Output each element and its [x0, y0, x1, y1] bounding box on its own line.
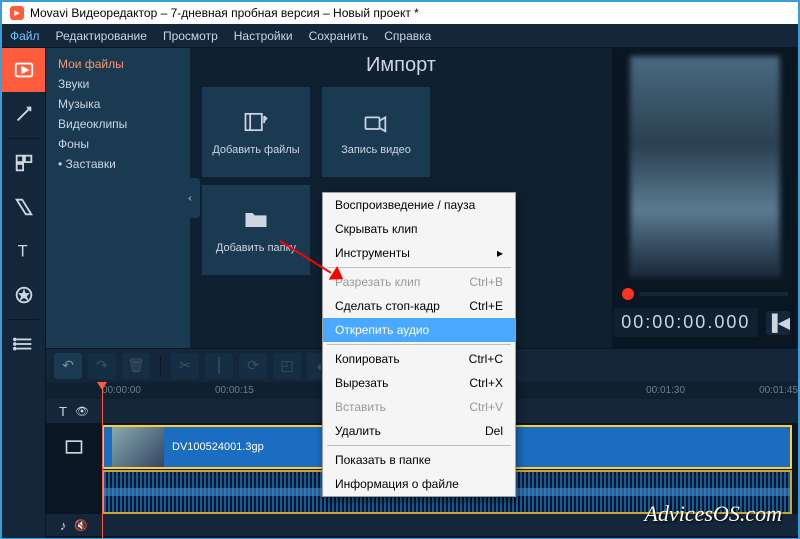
titlebar: Movavi Видеоредактор – 7-дневная пробная… — [2, 2, 798, 24]
separator — [327, 267, 511, 268]
sidebar-transitions-icon[interactable] — [2, 185, 45, 229]
sidebar-stickers-icon[interactable] — [2, 273, 45, 317]
separator — [8, 319, 39, 320]
sidebar-wand-icon[interactable] — [2, 92, 45, 136]
category-intros[interactable]: Заставки — [46, 154, 190, 174]
separator — [327, 344, 511, 345]
separator — [327, 445, 511, 446]
tile-record-video[interactable]: Запись видео — [322, 87, 430, 177]
ruler-tick: 00:01:30 — [646, 385, 685, 396]
crop-button[interactable]: ◰ — [273, 353, 301, 379]
rotate-button[interactable]: ⟳ — [239, 353, 267, 379]
video-track-head — [46, 437, 102, 457]
watermark: AdvicesOS.com — [645, 501, 782, 527]
menu-file[interactable]: Файл — [10, 29, 40, 43]
playhead[interactable] — [102, 382, 103, 538]
split-button[interactable]: ⎮ — [205, 353, 233, 379]
annotation-arrow-icon — [280, 240, 340, 286]
ctx-tools[interactable]: Инструменты▸ — [323, 241, 515, 265]
category-sounds[interactable]: Звуки — [46, 74, 190, 94]
record-indicator-icon — [622, 288, 634, 300]
ctx-show-in-folder[interactable]: Показать в папке — [323, 448, 515, 472]
ctx-play-pause[interactable]: Воспроизведение / пауза — [323, 193, 515, 217]
menu-save[interactable]: Сохранить — [309, 29, 369, 43]
sidebar: T — [2, 48, 46, 538]
tile-label: Запись видео — [341, 144, 411, 156]
preview-panel: 00:00:00.000 ▐◀ — [612, 48, 798, 348]
ctx-split-clip[interactable]: Разрезать клипCtrl+B — [323, 270, 515, 294]
sidebar-more-icon[interactable] — [2, 322, 45, 366]
ctx-hide-clip[interactable]: Скрывать клип — [323, 217, 515, 241]
svg-text:T: T — [17, 243, 27, 261]
ctx-delete[interactable]: УдалитьDel — [323, 419, 515, 443]
category-backgrounds[interactable]: Фоны — [46, 134, 190, 154]
separator — [160, 356, 161, 376]
preview-screen — [630, 56, 780, 276]
ruler-tick: 00:00:15 — [215, 385, 254, 396]
app-logo-icon — [10, 6, 24, 20]
collapse-categories-icon[interactable]: ‹ — [180, 178, 200, 218]
category-my-files[interactable]: Мои файлы — [46, 54, 190, 74]
category-music[interactable]: Музыка — [46, 94, 190, 114]
music-track-head: ♪ 🔇 — [46, 518, 102, 533]
ctx-file-info[interactable]: Информация о файле — [323, 472, 515, 496]
title-track-head: T 👁 — [46, 404, 102, 419]
menubar: Файл Редактирование Просмотр Настройки С… — [2, 24, 798, 48]
app-window: Movavi Видеоредактор – 7-дневная пробная… — [0, 0, 800, 539]
ctx-freeze-frame[interactable]: Сделать стоп-кадрCtrl+E — [323, 294, 515, 318]
category-videoclips[interactable]: Видеоклипы — [46, 114, 190, 134]
context-menu: Воспроизведение / пауза Скрывать клип Ин… — [322, 192, 516, 497]
ruler-tick: 00:00:00 — [102, 385, 141, 396]
sidebar-filters-icon[interactable] — [2, 141, 45, 185]
menu-edit[interactable]: Редактирование — [56, 29, 147, 43]
tile-label: Добавить файлы — [212, 144, 299, 156]
preview-scrubber[interactable] — [640, 292, 788, 296]
undo-button[interactable]: ↶ — [54, 353, 82, 379]
sidebar-import-icon[interactable] — [2, 48, 45, 92]
category-list: Мои файлы Звуки Музыка Видеоклипы Фоны З… — [46, 48, 190, 348]
cut-button[interactable]: ✂ — [171, 353, 199, 379]
ctx-paste[interactable]: ВставитьCtrl+V — [323, 395, 515, 419]
tile-add-files[interactable]: Добавить файлы — [202, 87, 310, 177]
prev-frame-button[interactable]: ▐◀ — [766, 311, 790, 335]
menu-view[interactable]: Просмотр — [163, 29, 218, 43]
clip-name: DV100524001.3gp — [172, 441, 264, 453]
ruler-tick: 00:01:45 — [759, 385, 798, 396]
clip-thumbnail — [112, 427, 164, 467]
timecode: 00:00:00.000 — [613, 308, 758, 337]
menu-help[interactable]: Справка — [384, 29, 431, 43]
ctx-cut[interactable]: ВырезатьCtrl+X — [323, 371, 515, 395]
import-title: Импорт — [190, 48, 612, 83]
separator — [8, 138, 39, 139]
sidebar-titles-icon[interactable]: T — [2, 229, 45, 273]
delete-button[interactable]: 🗑 — [122, 353, 150, 379]
menu-settings[interactable]: Настройки — [234, 29, 293, 43]
ctx-copy[interactable]: КопироватьCtrl+C — [323, 347, 515, 371]
window-title: Movavi Видеоредактор – 7-дневная пробная… — [30, 6, 419, 20]
preview-controls — [612, 284, 798, 304]
redo-button[interactable]: ↷ — [88, 353, 116, 379]
audio-track-head — [46, 470, 102, 514]
ctx-detach-audio[interactable]: Открепить аудио — [323, 318, 515, 342]
